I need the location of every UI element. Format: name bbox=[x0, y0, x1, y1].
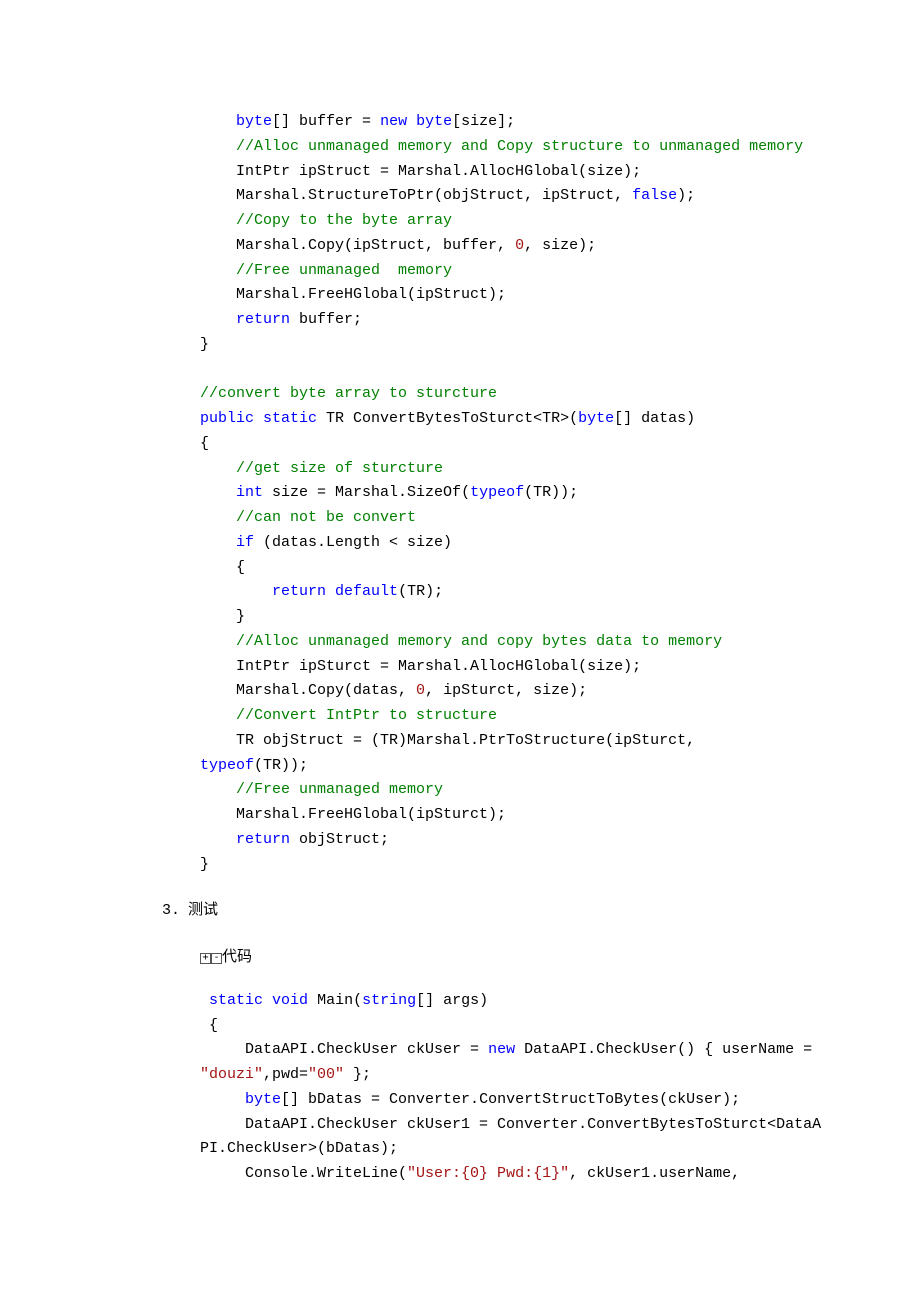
expand-icon[interactable]: + bbox=[200, 953, 211, 964]
code-line: //Copy to the byte array bbox=[200, 212, 452, 229]
code-collapse-header: +-代码 bbox=[90, 946, 830, 971]
code-line: } bbox=[200, 336, 209, 353]
code-line: IntPtr ipStruct = Marshal.AllocHGlobal(s… bbox=[200, 163, 641, 180]
page: byte[] buffer = new byte[size]; //Alloc … bbox=[0, 0, 920, 1302]
code-line: DataAPI.CheckUser ckUser = new DataAPI.C… bbox=[200, 1041, 821, 1083]
code-line: public static TR ConvertBytesToSturct<TR… bbox=[200, 410, 695, 427]
collapse-label: 代码 bbox=[222, 949, 252, 966]
code-line: //get size of sturcture bbox=[200, 460, 443, 477]
code-line: { bbox=[200, 559, 245, 576]
code-line: return buffer; bbox=[200, 311, 362, 328]
section-title: 测试 bbox=[188, 902, 218, 919]
code-line: //Free unmanaged memory bbox=[200, 262, 452, 279]
code-line: Marshal.Copy(datas, 0, ipSturct, size); bbox=[200, 682, 587, 699]
code-line: Marshal.FreeHGlobal(ipSturct); bbox=[200, 806, 506, 823]
code-line: IntPtr ipSturct = Marshal.AllocHGlobal(s… bbox=[200, 658, 641, 675]
code-line: Marshal.Copy(ipStruct, buffer, 0, size); bbox=[200, 237, 596, 254]
list-number: 3. bbox=[162, 899, 188, 924]
code-line: Marshal.StructureToPtr(objStruct, ipStru… bbox=[200, 187, 695, 204]
code-line: byte[] buffer = new byte[size]; bbox=[200, 113, 515, 130]
collapse-icon[interactable]: - bbox=[211, 953, 222, 964]
code-line: DataAPI.CheckUser ckUser1 = Converter.Co… bbox=[200, 1116, 821, 1158]
code-line: return objStruct; bbox=[200, 831, 389, 848]
code-line: } bbox=[200, 608, 245, 625]
section-heading-3: 3.测试 bbox=[90, 899, 830, 924]
code-line: //can not be convert bbox=[200, 509, 416, 526]
code-line: typeof(TR)); bbox=[200, 757, 308, 774]
code-line: //Alloc unmanaged memory and Copy struct… bbox=[200, 138, 803, 155]
code-block-2: static void Main(string[] args) { DataAP… bbox=[90, 989, 830, 1187]
code-line: TR objStruct = (TR)Marshal.PtrToStructur… bbox=[200, 732, 704, 749]
code-line: int size = Marshal.SizeOf(typeof(TR)); bbox=[200, 484, 578, 501]
code-line: //Convert IntPtr to structure bbox=[200, 707, 497, 724]
code-line: { bbox=[200, 435, 209, 452]
code-line: return default(TR); bbox=[200, 583, 443, 600]
code-line: byte[] bDatas = Converter.ConvertStructT… bbox=[200, 1091, 740, 1108]
code-line: { bbox=[200, 1017, 218, 1034]
code-line: //convert byte array to sturcture bbox=[200, 385, 497, 402]
code-line: static void Main(string[] args) bbox=[200, 992, 488, 1009]
code-line: //Free unmanaged memory bbox=[200, 781, 443, 798]
code-line: } bbox=[200, 856, 209, 873]
code-block-1: byte[] buffer = new byte[size]; //Alloc … bbox=[90, 110, 830, 877]
code-line: if (datas.Length < size) bbox=[200, 534, 452, 551]
code-line: Console.WriteLine("User:{0} Pwd:{1}", ck… bbox=[200, 1165, 749, 1182]
code-line: //Alloc unmanaged memory and copy bytes … bbox=[200, 633, 722, 650]
code-line: Marshal.FreeHGlobal(ipStruct); bbox=[200, 286, 506, 303]
